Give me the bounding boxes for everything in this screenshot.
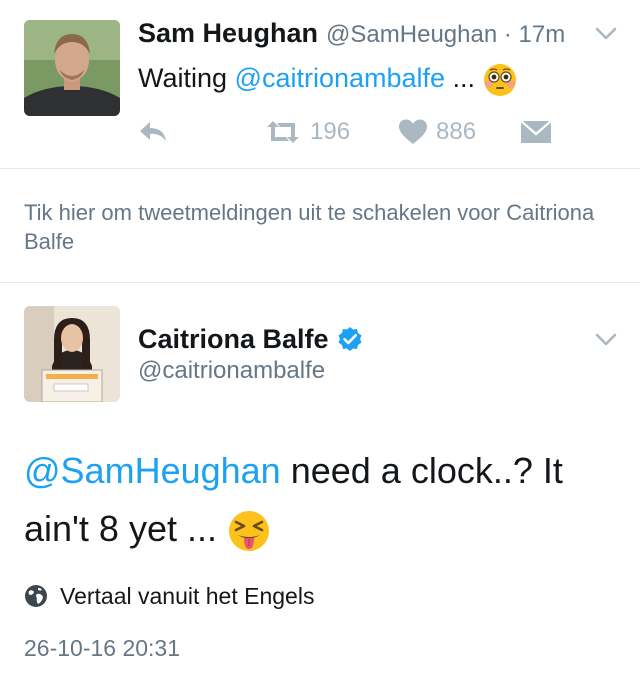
tweet1-actions: 196 886	[136, 114, 616, 150]
tweet1-text: Waiting @caitrionambalfe ...	[138, 58, 517, 98]
mention-link[interactable]: @caitrionambalfe	[235, 63, 446, 93]
divider	[0, 282, 640, 283]
avatar-sam-heughan[interactable]	[24, 20, 120, 116]
author-handle-time: @SamHeughan · 17m	[326, 21, 566, 48]
direct-message-button[interactable]	[520, 114, 552, 150]
tweet-text: Waiting	[138, 63, 235, 93]
verified-badge-icon	[338, 327, 362, 351]
tweet-text-suffix: ...	[445, 63, 476, 93]
tweet-timestamp: 26-10-16 20:31	[24, 635, 181, 661]
author-name[interactable]: Sam Heughan	[138, 18, 318, 48]
tweet-sam-heughan[interactable]: Sam Heughan @SamHeughan · 17m Waiting @ca…	[0, 0, 640, 168]
envelope-icon	[520, 120, 552, 143]
author-handle: @caitrionambalfe	[138, 357, 326, 384]
chevron-down-icon[interactable]	[594, 26, 618, 42]
globe-icon	[25, 585, 47, 607]
retweet-button[interactable]: 196	[264, 114, 350, 150]
disable-notifications-link[interactable]: Tik hier om tweetmeldingen uit te schake…	[24, 198, 604, 256]
flushed-face-icon	[483, 63, 516, 96]
like-count: 886	[436, 118, 477, 145]
author-name[interactable]: Caitriona Balfe	[138, 322, 329, 356]
retweet-icon	[267, 121, 299, 143]
heart-icon	[399, 119, 427, 144]
retweet-count: 196	[310, 118, 351, 145]
translate-link[interactable]: Vertaal vanuit het Engels	[24, 580, 314, 612]
avatar-caitriona-balfe[interactable]	[24, 306, 120, 402]
divider	[0, 168, 640, 169]
reply-icon	[140, 122, 166, 141]
like-button[interactable]: 886	[398, 114, 476, 150]
reply-button[interactable]	[136, 114, 170, 150]
tweet2-name-row: Caitriona Balfe	[138, 322, 363, 356]
squinting-tongue-face-icon	[229, 511, 269, 552]
tweet1-header: Sam Heughan @SamHeughan · 17m	[138, 16, 565, 55]
mention-link[interactable]: @SamHeughan	[24, 450, 281, 491]
translate-label: Vertaal vanuit het Engels	[60, 583, 315, 609]
tweet2-text: @SamHeughan need a clock..? It ain't 8 y…	[24, 442, 624, 558]
chevron-down-icon[interactable]	[594, 332, 618, 348]
